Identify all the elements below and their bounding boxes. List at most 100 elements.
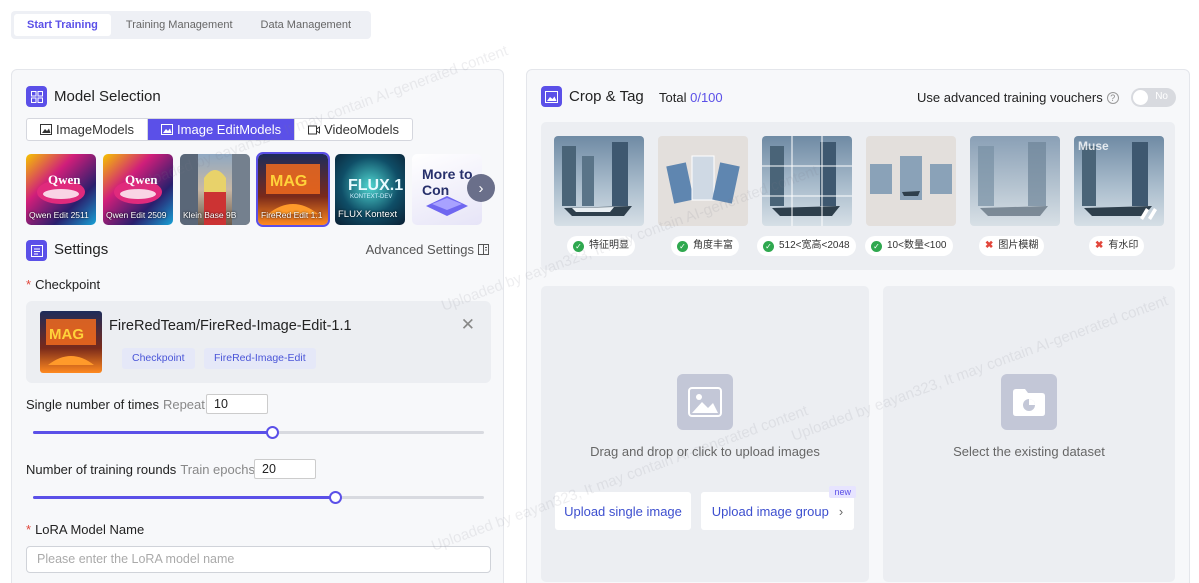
model-card-qwen-2511[interactable]: Qwen Qwen Edit 2511 (26, 154, 96, 225)
check-icon: ✓ (763, 240, 774, 252)
image-icon (40, 124, 52, 135)
example-image (970, 136, 1060, 226)
close-icon[interactable]: ✕ (461, 315, 475, 335)
checkpoint-label: * Checkpoint (26, 277, 101, 292)
example-tag-text: 512<宽高<2048 (779, 240, 850, 251)
card-caption: Qwen Edit 2511 (29, 210, 89, 220)
image-edit-icon (161, 124, 174, 135)
upload-dropzone[interactable]: Drag and drop or click to upload images … (541, 286, 869, 582)
check-icon: ✓ (871, 240, 882, 252)
model-selection-title: Model Selection (54, 88, 161, 105)
tab-data-management[interactable]: Data Management (248, 14, 365, 36)
example-tag-text: 角度丰富 (693, 240, 733, 251)
video-icon (308, 125, 321, 134)
advanced-settings-label: Advanced Settings (365, 242, 474, 257)
chevron-right-icon[interactable]: › (467, 174, 495, 202)
checkpoint-name: FireRedTeam/FireRed-Image-Edit-1.1 (109, 318, 352, 334)
select-dataset-text: Select the existing dataset (953, 444, 1105, 459)
example-tag: ✓ 特征明显 (567, 236, 635, 256)
lora-label-text: LoRA Model Name (35, 522, 145, 537)
model-card-klein-base[interactable]: Klein Base 9B (180, 154, 250, 225)
model-card-list: Qwen Qwen Edit 2511 Qwen Qwen Edit 2509 … (26, 152, 495, 227)
upload-single-button[interactable]: Upload single image (555, 492, 691, 530)
grid-icon (26, 86, 47, 107)
model-card-qwen-2509[interactable]: Qwen Qwen Edit 2509 (103, 154, 173, 225)
repeat-sublabel: Repeat (162, 397, 205, 412)
tab-image-models[interactable]: ImageModels (27, 119, 149, 140)
example-tag: ✖ 图片模糊 (979, 236, 1045, 256)
lora-name-input[interactable]: Please enter the LoRA model name (26, 546, 491, 573)
image-icon (541, 86, 562, 107)
example-image (658, 136, 748, 226)
svg-text:MAG: MAG (270, 173, 307, 190)
top-tab-bar: Start Training Training Management Data … (11, 11, 371, 39)
tab-video-models[interactable]: VideoModels (295, 119, 412, 140)
total-max: /100 (697, 90, 723, 105)
epochs-input[interactable]: 20 (254, 459, 316, 479)
checkpoint-tag: Checkpoint (122, 348, 195, 369)
vouchers-toggle[interactable]: No (1131, 88, 1176, 107)
toggle-text: No (1155, 91, 1168, 102)
epochs-label: Number of training rounds Train epochs (26, 462, 255, 477)
select-dataset-area[interactable]: Select the existing dataset (883, 286, 1175, 582)
epochs-label-text: Number of training rounds (26, 462, 177, 477)
example-gallery: Muse ✓ 特征明显 ✓ 角度丰富 ✓ 512<宽高<2048 ✓ 10<数量<100… (541, 122, 1175, 270)
flux-logo-text: FLUX.1 (348, 177, 403, 194)
tab-label: VideoModels (324, 122, 400, 137)
svg-text:Qwen: Qwen (48, 172, 81, 187)
vouchers-label: Use advanced training vouchers ? (917, 90, 1119, 105)
tab-image-edit-models[interactable]: Image EditModels (148, 119, 296, 140)
left-panel: Model Selection ImageModels Image EditMo… (11, 69, 504, 583)
dataset-folder-icon (1001, 374, 1057, 430)
svg-text:MAG: MAG (49, 326, 84, 343)
epochs-slider-handle[interactable] (329, 491, 343, 504)
example-tag-text: 有水印 (1108, 240, 1139, 251)
card-caption: FireRed Edit 1.1 (261, 210, 323, 220)
toggle-knob (1133, 90, 1148, 105)
epochs-slider[interactable] (33, 491, 484, 504)
upload-image-icon (677, 374, 733, 430)
example-tag-text: 10<数量<100 (887, 240, 947, 251)
new-badge: new (829, 486, 856, 498)
svg-text:Muse: Muse (1078, 139, 1109, 153)
crop-tag-title: Crop & Tag (569, 88, 644, 105)
upload-group-button[interactable]: Upload image group › new (701, 486, 856, 530)
example-tag: ✖ 有水印 (1089, 236, 1145, 256)
upload-hint: Drag and drop or click to upload images (590, 444, 820, 459)
repeat-input[interactable]: 10 (206, 394, 268, 414)
repeat-slider-handle[interactable] (266, 426, 280, 439)
card-caption: FLUX Kontext (338, 209, 398, 220)
check-icon: ✓ (573, 240, 584, 252)
total-value: 0/100 (690, 90, 723, 105)
tab-start-training[interactable]: Start Training (14, 14, 111, 36)
example-tag-text: 特征明显 (589, 240, 629, 251)
flux-logo-subtext: KONTEXT-DEV (350, 194, 392, 200)
right-panel: Crop & Tag Total 0/100 Use advanced trai… (526, 69, 1190, 583)
model-card-firered[interactable]: MAG FireRed Edit 1.1 (256, 152, 330, 227)
repeat-slider[interactable] (33, 426, 484, 439)
card-caption: Qwen Edit 2509 (106, 210, 167, 220)
vouchers-label-text: Use advanced training vouchers (917, 90, 1103, 105)
panel-icon (478, 244, 489, 255)
example-image (762, 136, 852, 226)
epochs-sublabel: Train epochs (180, 462, 255, 477)
cross-icon: ✖ (1095, 240, 1104, 251)
total-count: Total 0/100 (659, 90, 723, 105)
lora-name-label: * LoRA Model Name (26, 522, 145, 537)
model-card-flux-kontext[interactable]: FLUX.1 KONTEXT-DEV FLUX Kontext (335, 154, 405, 225)
epochs-slider-fill (33, 496, 336, 499)
advanced-settings-link[interactable]: Advanced Settings (366, 242, 489, 257)
cross-icon: ✖ (985, 240, 994, 251)
tab-training-management[interactable]: Training Management (113, 14, 246, 36)
checkpoint-card[interactable]: MAG FireRedTeam/FireRed-Image-Edit-1.1 ✕… (26, 301, 491, 383)
total-label: Total (659, 90, 687, 105)
checkpoint-tag: FireRed-Image-Edit (204, 348, 316, 369)
example-image: Muse (1074, 136, 1164, 226)
chevron-right-icon: › (838, 503, 844, 519)
settings-list-icon (26, 240, 47, 261)
help-icon[interactable]: ? (1106, 91, 1119, 104)
repeat-slider-fill (33, 431, 273, 434)
example-tag: ✓ 角度丰富 (671, 236, 739, 256)
model-type-tabs: ImageModels Image EditModels VideoModels (26, 118, 414, 141)
checkpoint-thumbnail: MAG (40, 311, 102, 373)
